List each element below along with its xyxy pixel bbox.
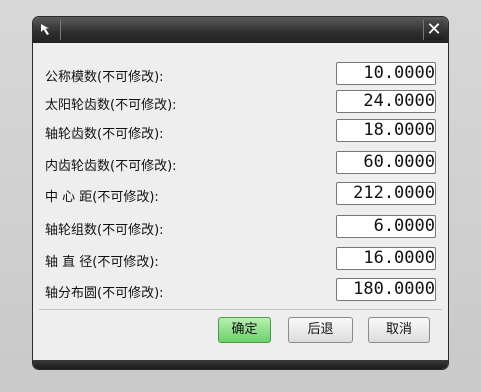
- shaft-diameter-label: 轴 直 径(不可修改):: [45, 255, 159, 270]
- title-bar[interactable]: ✕: [33, 17, 448, 43]
- center-distance-field[interactable]: 212.0000: [336, 182, 436, 205]
- field-row-center-distance: 中 心 距(不可修改): 212.0000: [33, 180, 448, 208]
- field-row-sun-teeth: 太阳轮齿数(不可修改): 24.0000: [33, 88, 448, 116]
- back-button[interactable]: 后退: [288, 317, 353, 343]
- field-row-distribution-circle: 轴分布圆(不可修改): 180.0000: [33, 276, 448, 304]
- button-divider: [39, 309, 442, 310]
- sun-teeth-field[interactable]: 24.0000: [336, 90, 436, 113]
- sun-teeth-label: 太阳轮齿数(不可修改):: [45, 98, 177, 113]
- gear-groups-field[interactable]: 6.0000: [336, 215, 436, 238]
- shaft-gear-teeth-label: 轴轮齿数(不可修改):: [45, 127, 164, 142]
- cancel-button[interactable]: 取消: [368, 317, 430, 343]
- shaft-diameter-field[interactable]: 16.0000: [336, 247, 436, 270]
- ok-button[interactable]: 确定: [218, 317, 271, 343]
- field-row-gear-groups: 轴轮组数(不可修改): 6.0000: [33, 213, 448, 241]
- field-row-shaft-gear-teeth: 轴轮齿数(不可修改): 18.0000: [33, 117, 448, 145]
- ring-teeth-field[interactable]: 60.0000: [336, 151, 436, 174]
- close-icon: ✕: [426, 19, 442, 40]
- field-row-ring-teeth: 内齿轮齿数(不可修改): 60.0000: [33, 149, 448, 177]
- bottom-bar: [33, 360, 448, 369]
- distribution-circle-field[interactable]: 180.0000: [336, 278, 436, 301]
- module-field[interactable]: 10.0000: [336, 62, 436, 85]
- dialog-window: ✕ 公称模数(不可修改): 10.0000 太阳轮齿数(不可修改): 24.00…: [33, 17, 448, 369]
- ring-teeth-label: 内齿轮齿数(不可修改):: [45, 159, 177, 174]
- arrow-cursor-icon: [37, 20, 57, 40]
- close-button[interactable]: ✕: [423, 20, 444, 40]
- module-label: 公称模数(不可修改):: [45, 70, 164, 85]
- gear-groups-label: 轴轮组数(不可修改):: [45, 223, 164, 238]
- distribution-circle-label: 轴分布圆(不可修改):: [45, 286, 164, 301]
- field-row-shaft-diameter: 轴 直 径(不可修改): 16.0000: [33, 245, 448, 273]
- field-row-module: 公称模数(不可修改): 10.0000: [33, 60, 448, 88]
- shaft-gear-teeth-field[interactable]: 18.0000: [336, 119, 436, 142]
- center-distance-label: 中 心 距(不可修改):: [45, 190, 159, 205]
- title-separator: [60, 20, 61, 40]
